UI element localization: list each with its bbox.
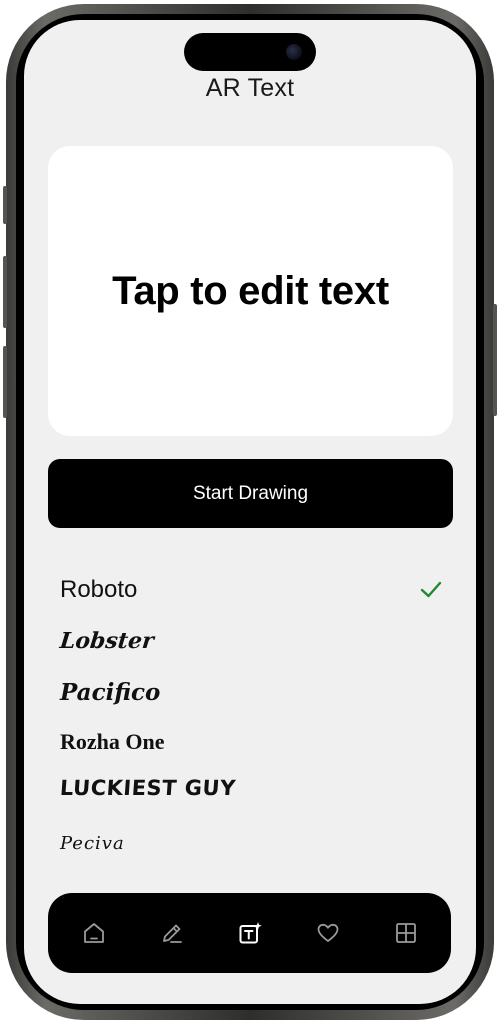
power-button [493,304,497,416]
tab-gallery[interactable] [392,919,420,947]
app-screen: AR Text Tap to edit text Start Drawing R… [24,20,476,1004]
font-item-lobster[interactable]: Lobster [58,621,442,661]
tab-home[interactable] [80,919,108,947]
volume-up-button [3,256,7,328]
font-label: LUCKIEST GUY [59,776,237,800]
page-title: AR Text [205,74,295,102]
text-sparkle-icon [239,922,262,944]
bottom-tab-bar [48,893,451,973]
start-drawing-button[interactable]: Start Drawing [48,459,453,528]
font-label: Pacifico [60,678,161,706]
tab-ar-text[interactable] [236,919,264,947]
heart-icon [317,923,339,942]
pencil-icon [163,924,182,943]
font-item-luckiest-guy[interactable]: LUCKIEST GUY [59,768,442,808]
volume-down-button [3,346,7,418]
checkmark-icon [420,581,442,598]
tab-favorites[interactable] [314,919,342,947]
font-item-peciva[interactable]: Peciva [60,823,442,863]
tab-draw[interactable] [158,919,186,947]
camera-icon [286,44,302,60]
font-item-pacifico[interactable]: Pacifico [60,672,442,712]
font-item-rozha-one[interactable]: Rozha One [60,722,442,762]
dynamic-island [184,33,316,71]
font-label: Peciva [60,832,125,854]
font-item-roboto[interactable]: Roboto [60,570,442,610]
text-preview-card[interactable]: Tap to edit text [48,146,453,436]
action-button [3,186,7,224]
font-label: Roboto [60,576,138,603]
grid-icon [396,923,416,943]
font-label: Lobster [58,628,156,654]
font-label: Rozha One [60,729,165,754]
edit-text-placeholder[interactable]: Tap to edit text [112,269,389,314]
home-icon [84,923,104,943]
